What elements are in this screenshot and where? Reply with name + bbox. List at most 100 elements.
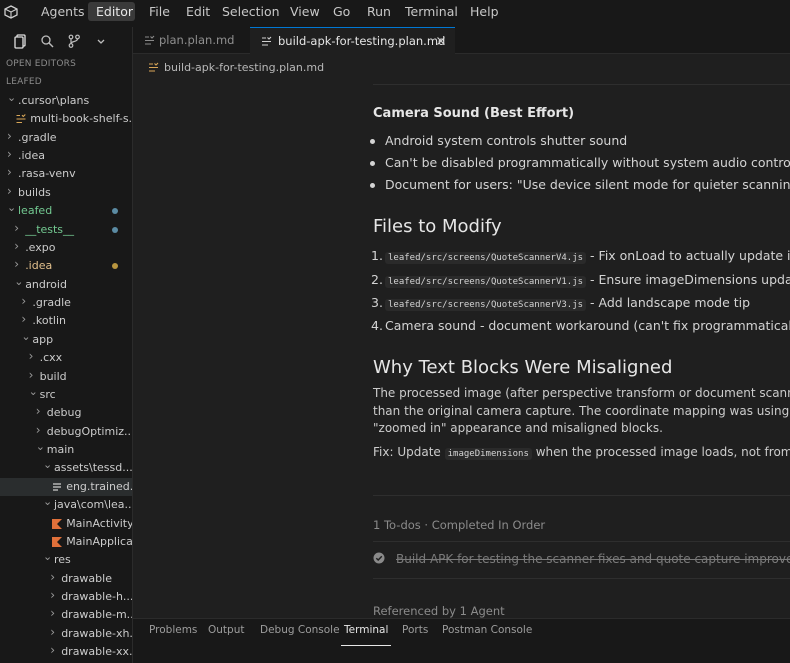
chevron-down-icon[interactable]: ⌄ (43, 496, 52, 507)
tree-item[interactable]: › build (0, 368, 132, 386)
fix-prefix: Fix: Update (373, 445, 445, 459)
tree-item[interactable]: › .rasa-venv (0, 165, 132, 183)
tree-item[interactable]: › drawable-m... (0, 606, 132, 624)
chevron-down-icon[interactable]: ⌄ (21, 331, 30, 342)
tab-ports[interactable]: Ports (402, 624, 428, 636)
tree-item[interactable]: MainApplica... (0, 533, 132, 551)
chevron-right-icon[interactable]: › (7, 166, 15, 178)
tree-item[interactable]: › builds (0, 184, 132, 202)
chevron-right-icon[interactable]: › (21, 313, 29, 325)
tree-item[interactable]: › .idea (0, 147, 132, 165)
tab-postman-console[interactable]: Postman Console (442, 624, 532, 636)
breadcrumb-file[interactable]: build-apk-for-testing.plan.md (164, 61, 324, 74)
status-dot (112, 208, 118, 215)
tree-item[interactable]: › .gradle (0, 294, 132, 312)
menu-selection[interactable]: Selection (222, 4, 280, 19)
tree-item[interactable]: › drawable-xx... (0, 643, 132, 661)
tree-item[interactable]: ⌄ main (0, 441, 132, 459)
tree-item[interactable]: ⌄ .cursor\plans (0, 92, 132, 110)
tab-build-apk-plan-md[interactable]: build-apk-for-testing.plan.md (250, 27, 455, 54)
tree-item[interactable]: › .expo (0, 239, 132, 257)
chevron-right-icon[interactable]: › (50, 589, 58, 601)
bullet (370, 161, 375, 166)
chevron-right-icon[interactable]: › (50, 644, 58, 656)
tree-item[interactable]: › drawable-xh... (0, 625, 132, 643)
explorer-files-icon[interactable] (13, 33, 29, 49)
tree-item[interactable]: › .gradle (0, 129, 132, 147)
workspace-root-header[interactable]: LEAFED (6, 77, 42, 87)
chevron-right-icon[interactable]: › (14, 240, 22, 252)
tab-terminal[interactable]: Terminal (344, 624, 388, 636)
chevron-down-icon[interactable]: ⌄ (29, 386, 38, 397)
chevron-right-icon[interactable]: › (7, 148, 15, 160)
tree-item[interactable]: › __tests__ (0, 221, 132, 239)
tab-plan-plan-md[interactable]: plan.plan.md (133, 27, 250, 54)
chevron-right-icon[interactable]: › (50, 571, 58, 583)
chevron-down-icon[interactable]: ⌄ (7, 92, 16, 103)
chevron-right-icon[interactable]: › (14, 222, 22, 234)
tree-item-label: drawable-xx... (61, 645, 133, 659)
tree-item[interactable]: ⌄ leafed (0, 202, 132, 220)
tree-item[interactable]: ⌄ app (0, 331, 132, 349)
tree-item[interactable]: multi-book-shelf-s... (0, 110, 132, 128)
menu-run[interactable]: Run (367, 4, 391, 19)
tree-item[interactable]: › .cxx (0, 349, 132, 367)
chevron-down-icon[interactable] (93, 33, 109, 49)
tree-item[interactable]: ⌄ src (0, 386, 132, 404)
menu-agents[interactable]: Agents (41, 4, 85, 19)
chevron-down-icon[interactable]: ⌄ (7, 202, 16, 213)
menu-editor[interactable]: Editor (88, 2, 135, 21)
completed-check-icon[interactable] (373, 552, 385, 564)
chevron-right-icon[interactable]: › (29, 369, 37, 381)
app-logo-icon[interactable] (4, 5, 18, 19)
menu-help[interactable]: Help (470, 4, 499, 19)
menu-view[interactable]: View (290, 4, 320, 19)
chevron-right-icon[interactable]: › (7, 130, 15, 142)
tree-item[interactable]: ⌄ android (0, 276, 132, 294)
divider (373, 495, 790, 496)
chevron-right-icon[interactable]: › (29, 350, 37, 362)
chevron-right-icon[interactable]: › (36, 424, 44, 436)
tree-item[interactable]: ⌄ assets\tessd... (0, 459, 132, 477)
menu-go[interactable]: Go (333, 4, 350, 19)
text-file-icon (52, 482, 62, 492)
menu-file[interactable]: File (149, 4, 170, 19)
chevron-right-icon[interactable]: › (36, 405, 44, 417)
chevron-right-icon[interactable]: › (14, 258, 22, 270)
tree-item[interactable]: MainActivity... (0, 515, 132, 533)
open-editors-header[interactable]: OPEN EDITORS (6, 59, 76, 69)
tree-item[interactable]: › drawable (0, 570, 132, 588)
source-control-icon[interactable] (66, 33, 82, 49)
tree-item[interactable]: › debug (0, 404, 132, 422)
tree-item[interactable]: eng.trained... (0, 477, 132, 496)
search-icon[interactable] (39, 33, 55, 49)
tree-item[interactable]: ⌄ res (0, 551, 132, 569)
tab-problems[interactable]: Problems (149, 624, 197, 636)
referenced-by[interactable]: Referenced by 1 Agent (373, 604, 505, 618)
file-item-text: - Ensure imageDimensions updates c (590, 272, 790, 287)
chevron-down-icon[interactable]: ⌄ (43, 551, 52, 562)
chevron-down-icon[interactable]: ⌄ (14, 276, 23, 287)
chevron-right-icon[interactable]: › (50, 626, 58, 638)
chevron-right-icon[interactable]: › (50, 607, 58, 619)
chevron-down-icon[interactable]: ⌄ (36, 441, 45, 452)
chevron-right-icon[interactable]: › (7, 185, 15, 197)
tree-item[interactable]: › .idea (0, 257, 132, 275)
menu-terminal[interactable]: Terminal (405, 4, 458, 19)
file-item: leafed/src/screens/QuoteScannerV1.js - E… (385, 272, 790, 288)
tree-item[interactable]: ⌄ java\com\lea... (0, 496, 132, 514)
todos-header[interactable]: 1 To-dos · Completed In Order (373, 518, 545, 532)
close-icon[interactable] (436, 36, 446, 46)
tab-output[interactable]: Output (208, 624, 244, 636)
divider (373, 578, 790, 579)
todo-item[interactable]: Build APK for testing the scanner fixes … (396, 552, 790, 566)
menu-edit[interactable]: Edit (186, 4, 210, 19)
camera-bullet: Document for users: "Use device silent m… (385, 177, 790, 192)
tree-item[interactable]: › debugOptimiz... (0, 423, 132, 441)
tree-item-label: debugOptimiz... (46, 424, 133, 438)
chevron-down-icon[interactable]: ⌄ (43, 459, 52, 470)
tab-debug-console[interactable]: Debug Console (260, 624, 340, 636)
chevron-right-icon[interactable]: › (21, 295, 29, 307)
tree-item[interactable]: › .kotlin (0, 312, 132, 330)
tree-item[interactable]: › drawable-h... (0, 588, 132, 606)
